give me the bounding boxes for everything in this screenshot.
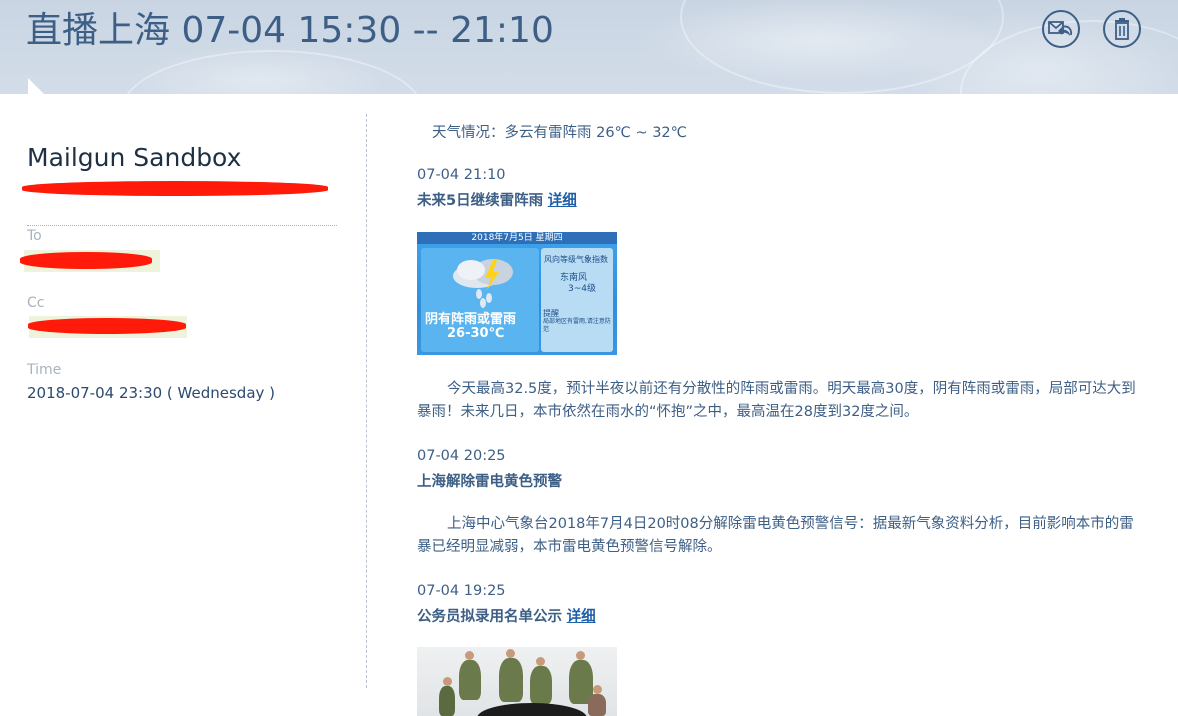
forecast-wind-level: 3~4级 <box>568 284 596 294</box>
reply-all-icon <box>1048 21 1073 36</box>
forecast-tip-text: 局部地区有雷雨,请注意防范 <box>543 318 611 333</box>
figure <box>530 666 552 704</box>
figure <box>536 657 545 666</box>
redacted-to-address <box>20 252 152 269</box>
header-decoration <box>680 0 1004 94</box>
forecast-temperature: 26-30℃ <box>447 326 505 341</box>
thunderstorm-icon <box>453 259 513 308</box>
figurines-photo[interactable] <box>417 647 617 716</box>
delete-button[interactable] <box>1103 10 1141 48</box>
sender-name: Mailgun Sandbox <box>27 143 242 172</box>
to-label: To <box>27 228 42 244</box>
item-headline-row: 公务员拟录用名单公示 详细 <box>417 605 596 626</box>
figure <box>459 660 481 700</box>
time-label: Time <box>27 362 62 378</box>
forecast-wind-title: 风向等级气象指数 <box>544 255 608 264</box>
forecast-condition: 阴有阵雨或雷雨 <box>425 312 517 327</box>
figure <box>506 649 515 658</box>
figure <box>439 686 455 716</box>
figure <box>593 685 602 694</box>
meta-separator <box>27 225 337 226</box>
item-headline: 未来5日继续雷阵雨 <box>417 193 544 209</box>
figure <box>499 658 523 702</box>
trash-icon <box>1115 18 1129 40</box>
figure <box>465 651 474 660</box>
item-headline-row: 未来5日继续雷阵雨 详细 <box>417 189 577 210</box>
reply-all-button[interactable] <box>1042 10 1080 48</box>
redacted-sender-email <box>22 181 328 196</box>
header-decoration <box>120 50 424 94</box>
weather-forecast-image[interactable]: 2018年7月5日 星期四 阴有阵雨或雷雨 26-30℃ 风向等级气象指数 东南… <box>417 232 617 355</box>
item-timestamp: 07-04 20:25 <box>417 448 506 464</box>
item-paragraph: 上海中心气象台2018年7月4日20时08分解除雷电黄色预警信号：据最新气象资料… <box>417 516 1134 555</box>
redacted-cc-address <box>28 318 186 334</box>
item-timestamp: 07-04 21:10 <box>417 167 506 183</box>
sent-time: 2018-07-04 23:30 ( Wednesday ) <box>27 384 276 402</box>
item-headline: 公务员拟录用名单公示 <box>417 609 562 625</box>
item-timestamp: 07-04 19:25 <box>417 583 506 599</box>
figure <box>588 694 606 716</box>
cc-label: Cc <box>27 295 45 311</box>
details-link[interactable]: 详细 <box>548 193 577 209</box>
dark-disc <box>477 703 587 716</box>
details-link[interactable]: 详细 <box>567 609 596 625</box>
item-headline: 上海解除雷电黄色预警 <box>417 474 562 490</box>
column-divider <box>366 114 367 688</box>
forecast-date: 2018年7月5日 星期四 <box>417 232 617 244</box>
page-title: 直播上海 07-04 15:30 -- 21:10 <box>26 10 554 51</box>
figure <box>576 651 585 660</box>
figure <box>443 677 452 686</box>
weather-summary: 天气情况：多云有雷阵雨 26℃ ~ 32℃ <box>432 125 687 141</box>
header-notch <box>28 78 44 94</box>
item-paragraph: 今天最高32.5度，预计半夜以前还有分散性的阵雨或雷雨。明天最高30度，阴有阵雨… <box>417 381 1136 420</box>
header-bar: 直播上海 07-04 15:30 -- 21:10 <box>0 0 1178 94</box>
